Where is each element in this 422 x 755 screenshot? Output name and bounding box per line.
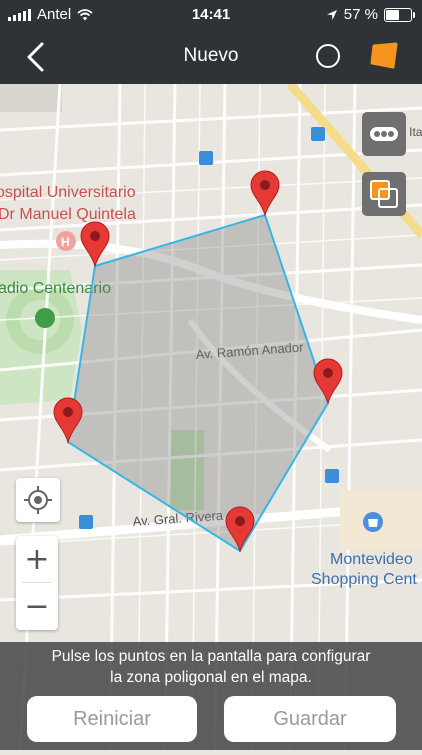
bus-stop-icon xyxy=(325,469,339,483)
page-title: Nuevo xyxy=(183,45,239,66)
locate-icon[interactable] xyxy=(16,478,60,522)
zoom-in-button[interactable]: + xyxy=(16,536,58,582)
bus-stop-icon xyxy=(311,127,325,141)
save-button[interactable]: Guardar xyxy=(224,696,396,742)
map-label-hospital: ospital Universitario xyxy=(0,184,136,201)
layers-icon[interactable] xyxy=(362,172,406,216)
bus-stop-icon xyxy=(79,515,93,529)
circle-zone-icon[interactable] xyxy=(315,43,341,69)
map-label-shopping: Montevideo xyxy=(330,551,413,568)
instruction-line-1: Pulse los puntos en la pantalla para con… xyxy=(51,648,371,665)
more-icon[interactable] xyxy=(362,112,406,156)
reset-button[interactable]: Reiniciar xyxy=(27,696,197,742)
status-bar: Antel 14:41 57 % xyxy=(0,0,422,30)
map-label-shopping-2: Shopping Cent xyxy=(311,571,417,588)
svg-text:H: H xyxy=(61,235,70,249)
map-label-hospital-2: Dr Manuel Quintela xyxy=(0,206,136,223)
instruction-line-2: la zona poligonal en el mapa. xyxy=(110,669,312,686)
nav-bar: Nuevo xyxy=(0,30,422,84)
bus-stop-icon xyxy=(199,151,213,165)
zoom-control: + − xyxy=(16,536,58,630)
location-arrow-icon xyxy=(326,9,337,20)
polygon-zone-icon[interactable] xyxy=(369,41,401,71)
battery-percent: 57 % xyxy=(343,6,378,23)
park-icon xyxy=(35,308,55,328)
zoom-out-button[interactable]: − xyxy=(16,583,58,629)
instruction-banner: Pulse los puntos en la pantalla para con… xyxy=(0,642,422,692)
action-bar: Reiniciar Guardar xyxy=(0,692,422,750)
battery-icon xyxy=(384,7,415,22)
